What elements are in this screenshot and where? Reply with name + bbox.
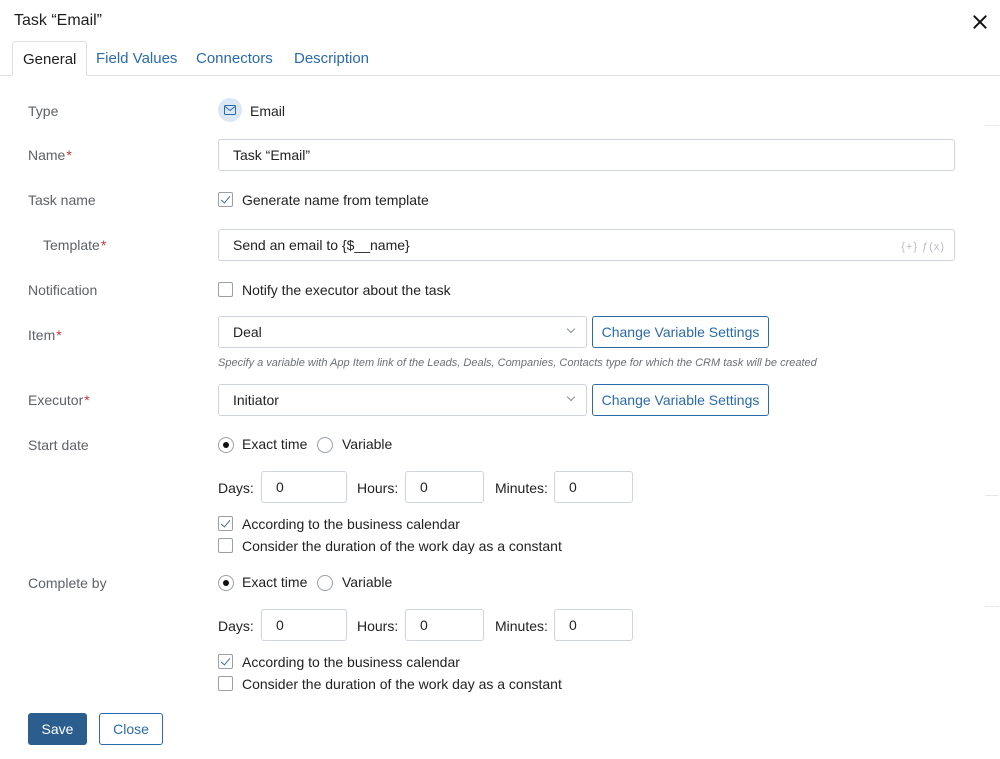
start-exact-time-radio[interactable]: [218, 437, 234, 453]
name-label: Name*: [28, 147, 72, 163]
item-label: Item*: [28, 327, 62, 343]
required-mark: *: [56, 327, 62, 343]
close-icon[interactable]: [966, 8, 994, 36]
edge-divider: [985, 125, 999, 126]
dialog-title: Task “Email”: [14, 12, 103, 29]
complete-hours-label: Hours:: [357, 618, 399, 634]
start-workday-constant-label: Consider the duration of the work day as…: [242, 538, 562, 554]
complete-exact-time-radio[interactable]: [218, 575, 234, 591]
complete-variable-radio[interactable]: [317, 575, 333, 591]
required-mark: *: [66, 147, 72, 163]
complete-days-label: Days:: [218, 618, 254, 634]
start-days-label: Days:: [218, 480, 254, 496]
tab-description[interactable]: Description: [284, 41, 379, 76]
notification-label: Notification: [28, 282, 98, 298]
edge-divider: [985, 495, 999, 496]
start-date-label: Start date: [28, 437, 89, 453]
complete-days-input[interactable]: 0: [261, 609, 347, 641]
generate-name-label: Generate name from template: [242, 192, 429, 208]
envelope-icon: [218, 98, 242, 122]
start-days-input[interactable]: 0: [261, 471, 347, 503]
start-minutes-input[interactable]: 0: [554, 471, 633, 503]
template-label: Template*: [43, 237, 107, 253]
executor-label: Executor*: [28, 392, 90, 408]
chevron-down-icon: [566, 324, 576, 334]
chevron-down-icon: [566, 392, 576, 402]
edge-divider: [985, 606, 999, 607]
start-variable-label: Variable: [342, 436, 393, 452]
type-value: Email: [250, 103, 286, 119]
save-button[interactable]: Save: [28, 713, 87, 745]
close-button[interactable]: Close: [99, 713, 163, 745]
item-change-variable-button[interactable]: Change Variable Settings: [592, 316, 769, 348]
complete-minutes-label: Minutes:: [495, 618, 548, 634]
required-mark: *: [100, 237, 107, 253]
insert-variable-function-icons[interactable]: {+} ƒ(x): [901, 241, 945, 253]
tab-connectors[interactable]: Connectors: [186, 41, 283, 76]
complete-business-calendar-checkbox[interactable]: [218, 654, 233, 669]
complete-business-calendar-label: According to the business calendar: [242, 654, 460, 670]
start-variable-radio[interactable]: [317, 437, 333, 453]
item-hint: Specify a variable with App Item link of…: [218, 357, 817, 369]
start-business-calendar-label: According to the business calendar: [242, 516, 460, 532]
generate-name-checkbox[interactable]: [218, 192, 233, 207]
start-hours-label: Hours:: [357, 480, 399, 496]
start-minutes-label: Minutes:: [495, 480, 548, 496]
complete-hours-input[interactable]: 0: [405, 609, 484, 641]
notify-executor-label: Notify the executor about the task: [242, 282, 451, 298]
start-hours-input[interactable]: 0: [405, 471, 484, 503]
required-mark: *: [84, 392, 90, 408]
start-workday-constant-checkbox[interactable]: [218, 538, 233, 553]
name-input[interactable]: Task “Email”: [218, 139, 955, 171]
tab-field-values[interactable]: Field Values: [86, 41, 187, 76]
executor-select[interactable]: Initiator: [218, 384, 587, 416]
complete-by-label: Complete by: [28, 575, 107, 591]
template-input[interactable]: Send an email to {$__name} {+} ƒ(x): [218, 229, 955, 261]
start-business-calendar-checkbox[interactable]: [218, 516, 233, 531]
complete-minutes-input[interactable]: 0: [554, 609, 633, 641]
task-name-label: Task name: [28, 192, 96, 208]
complete-exact-time-label: Exact time: [242, 574, 308, 590]
notify-executor-checkbox[interactable]: [218, 282, 233, 297]
tab-general[interactable]: General: [12, 41, 88, 76]
start-exact-time-label: Exact time: [242, 436, 308, 452]
complete-workday-constant-label: Consider the duration of the work day as…: [242, 676, 562, 692]
complete-workday-constant-checkbox[interactable]: [218, 676, 233, 691]
item-select[interactable]: Deal: [218, 316, 587, 348]
type-label: Type: [28, 103, 59, 119]
complete-variable-label: Variable: [342, 574, 393, 590]
executor-change-variable-button[interactable]: Change Variable Settings: [592, 384, 769, 416]
